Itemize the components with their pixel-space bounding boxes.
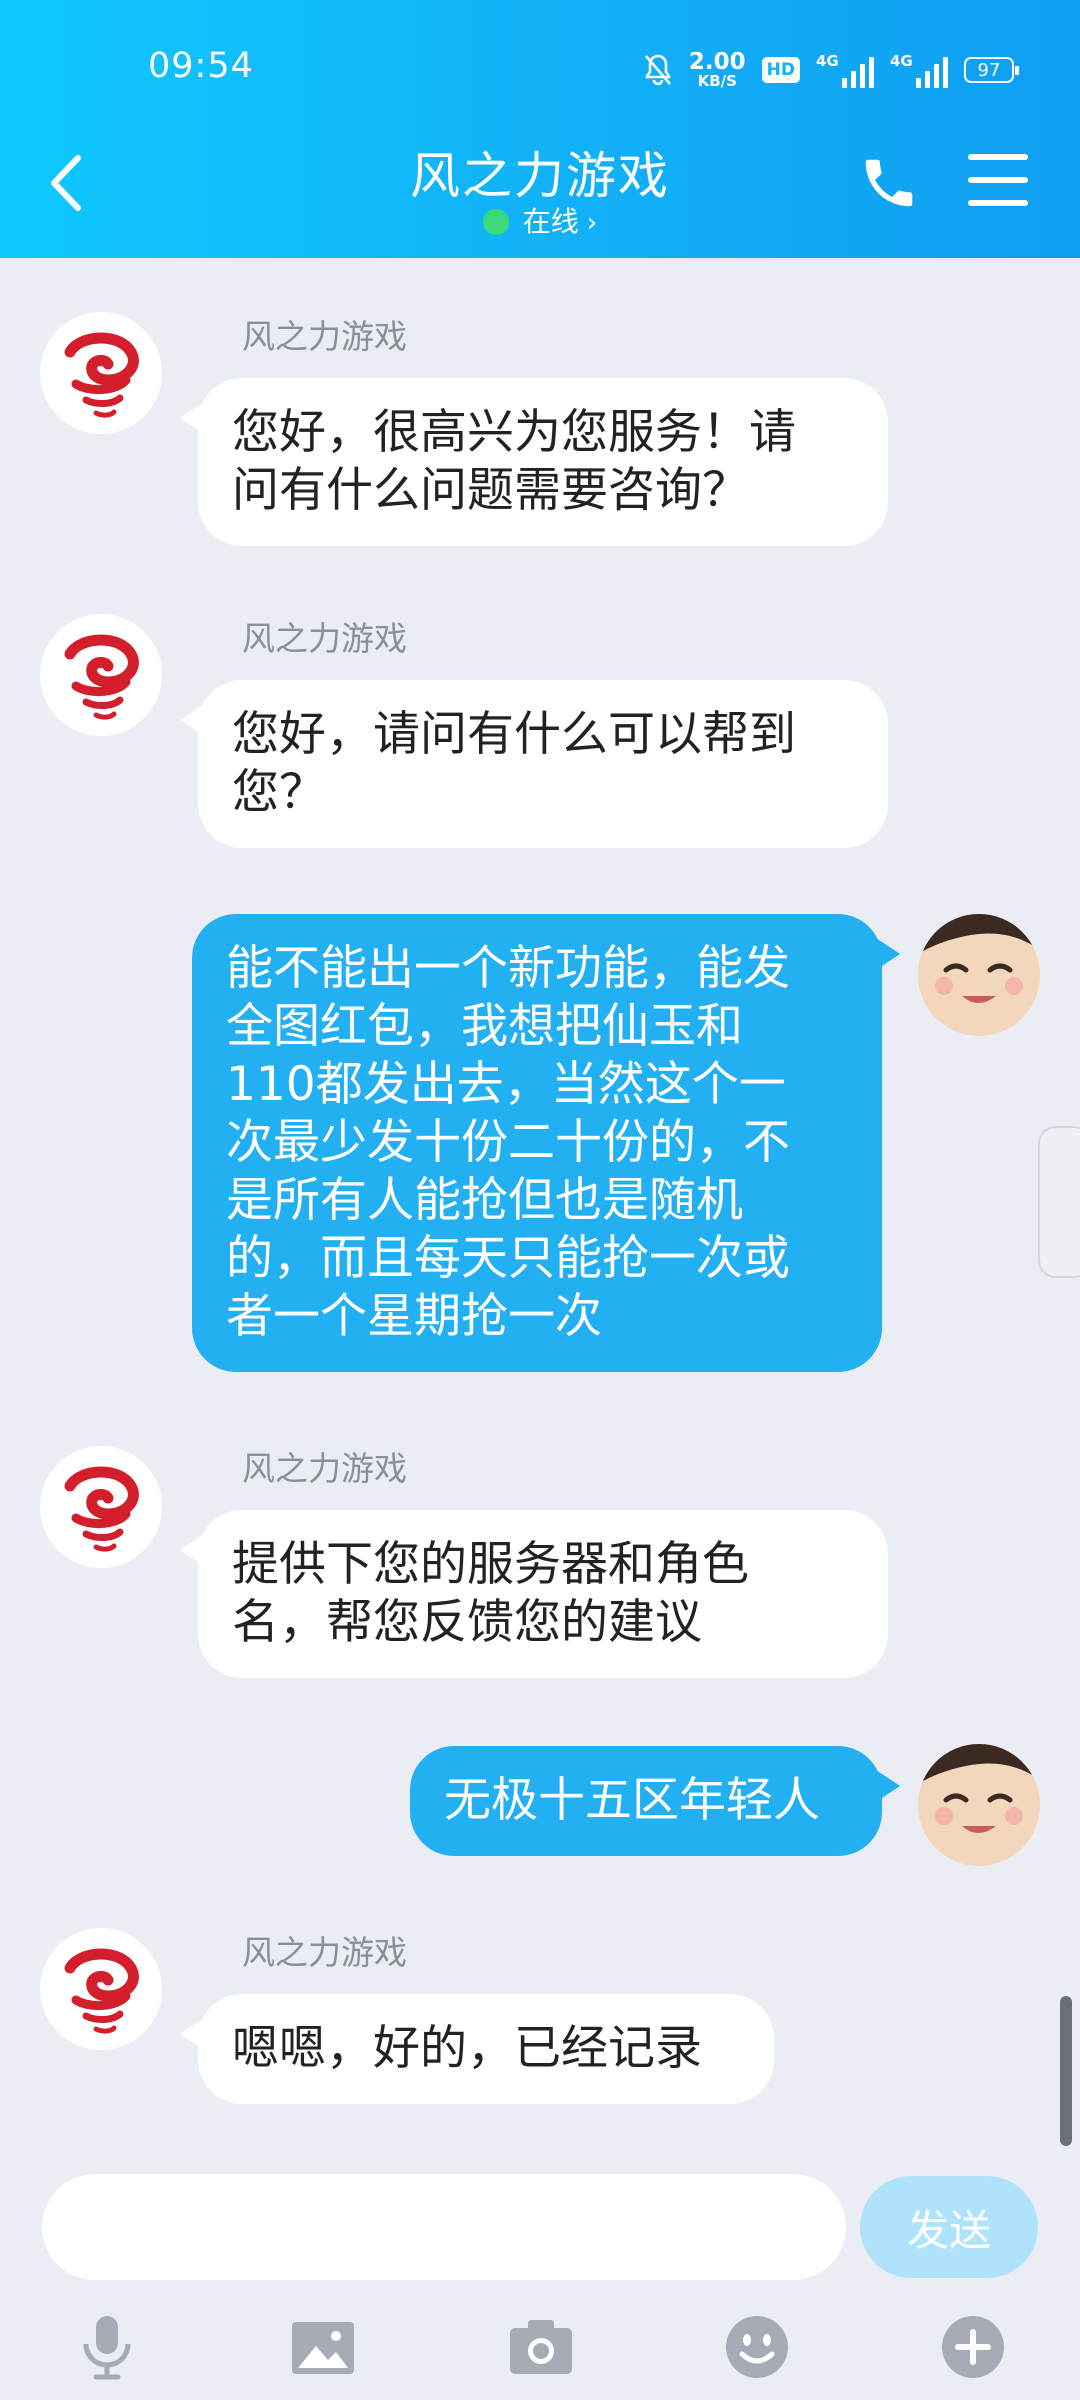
side-drawer-handle[interactable] xyxy=(1038,1126,1080,1278)
menu-icon xyxy=(968,154,1028,160)
status-icons: 2.00 KB/S HD 4G 4G 97 xyxy=(643,48,1019,92)
incoming-message[interactable]: 嗯嗯，好的，已经记录 xyxy=(180,1994,774,2104)
more-button[interactable] xyxy=(938,2312,1008,2382)
user-photo-icon xyxy=(918,1744,1040,1866)
input-toolbar xyxy=(0,2300,1080,2400)
image-icon xyxy=(292,2322,354,2374)
tornado-logo-icon xyxy=(64,634,139,720)
signal-icon: 4G xyxy=(816,52,874,88)
plus-icon xyxy=(942,2316,1004,2378)
microphone-icon xyxy=(83,2316,131,2380)
voice-button[interactable] xyxy=(72,2312,142,2382)
phone-call-button[interactable] xyxy=(858,152,920,214)
user-avatar[interactable] xyxy=(918,1744,1040,1866)
outgoing-message[interactable]: 无极十五区年轻人 xyxy=(410,1746,900,1856)
bot-avatar[interactable] xyxy=(40,312,162,434)
sender-name: 风之力游戏 xyxy=(242,317,407,356)
bot-avatar[interactable] xyxy=(40,614,162,736)
incoming-message[interactable]: 提供下您的服务器和角色 名，帮您反馈您的建议 xyxy=(180,1510,888,1678)
status-time: 09:54 xyxy=(148,46,254,86)
emoji-button[interactable] xyxy=(722,2312,792,2382)
image-button[interactable] xyxy=(288,2312,358,2382)
mute-bell-icon xyxy=(644,54,671,86)
chevron-right-icon: › xyxy=(586,208,598,238)
bot-avatar[interactable] xyxy=(40,1928,162,2050)
send-button[interactable]: 发送 xyxy=(860,2176,1038,2278)
outgoing-message[interactable]: 能不能出一个新功能，能发 全图红包，我想把仙玉和 110都发出去，当然这个一 次… xyxy=(192,914,900,1372)
message-input[interactable] xyxy=(42,2174,846,2280)
chat-header: 09:54 2.00 KB/S HD 4G 4G 97 风之力游戏 在线 › xyxy=(0,0,1080,258)
incoming-message[interactable]: 您好，请问有什么可以帮到 您？ xyxy=(180,680,888,848)
scrollbar-thumb[interactable] xyxy=(1060,1996,1072,2146)
network-speed: 2.00 KB/S xyxy=(688,49,746,90)
battery-icon: 97 xyxy=(964,57,1019,83)
camera-icon xyxy=(510,2320,572,2374)
tornado-logo-icon xyxy=(64,1948,139,2034)
hd-badge: HD xyxy=(761,57,800,83)
sender-name: 风之力游戏 xyxy=(242,619,407,658)
bot-avatar[interactable] xyxy=(40,1446,162,1568)
user-avatar[interactable] xyxy=(918,914,1040,1036)
sender-name: 风之力游戏 xyxy=(242,1933,407,1972)
signal-icon: 4G xyxy=(890,52,948,88)
sender-name: 风之力游戏 xyxy=(242,1449,407,1488)
tornado-logo-icon xyxy=(64,1466,139,1552)
incoming-message[interactable]: 您好，很高兴为您服务！请 问有什么问题需要咨询？ xyxy=(180,378,888,546)
emoji-icon xyxy=(726,2316,788,2378)
user-photo-icon xyxy=(918,914,1040,1036)
phone-icon xyxy=(865,159,913,207)
online-dot-icon xyxy=(482,209,509,235)
menu-button[interactable] xyxy=(968,154,1028,210)
camera-button[interactable] xyxy=(506,2312,576,2382)
tornado-logo-icon xyxy=(64,332,139,418)
